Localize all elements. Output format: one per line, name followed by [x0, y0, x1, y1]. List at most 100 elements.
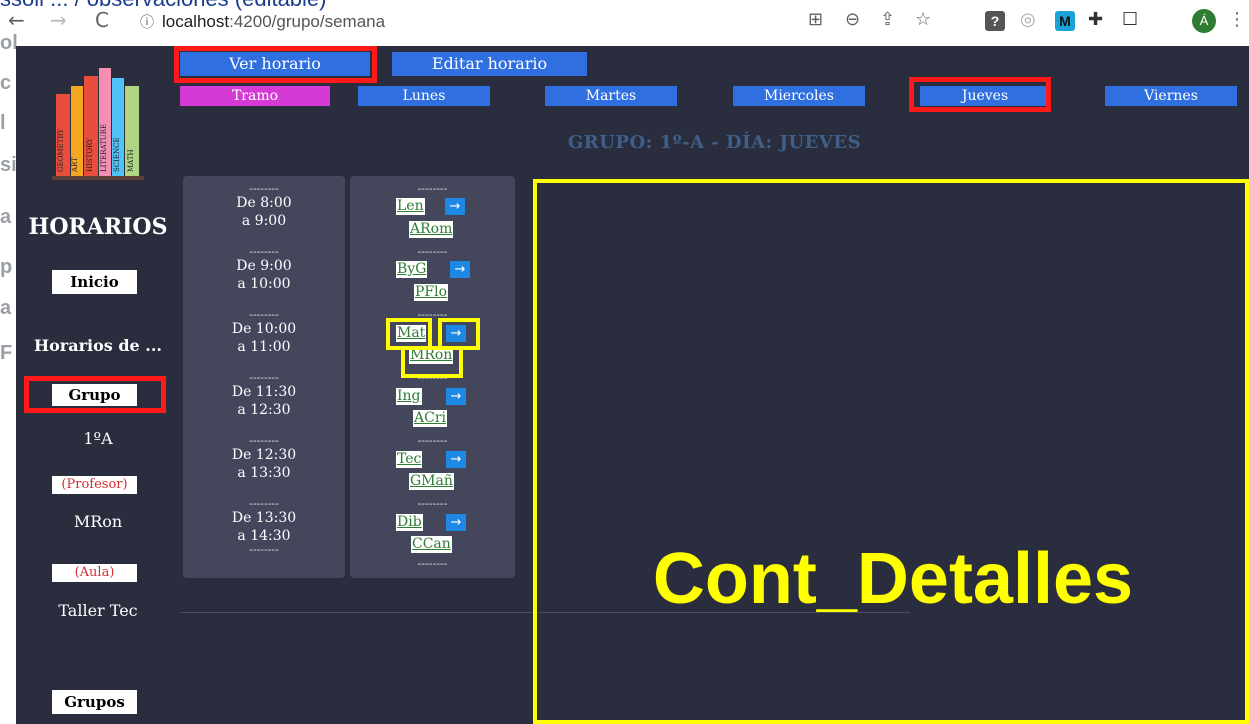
- separator-row: --------: [350, 434, 515, 447]
- inicio-button[interactable]: Inicio: [52, 270, 137, 294]
- separator: --------: [249, 245, 279, 258]
- logo-book-label: LITERATURE: [100, 124, 108, 172]
- slot-from: De 10:00: [231, 321, 297, 337]
- cut-letter: p: [0, 256, 13, 278]
- share-icon[interactable]: ⇪: [880, 9, 895, 30]
- arrow-right-icon[interactable]: →: [446, 514, 466, 531]
- separator: --------: [249, 434, 279, 447]
- subject-link[interactable]: Ing: [396, 388, 422, 405]
- slot-from: De 9:00: [236, 258, 292, 274]
- highlight-teacher: [401, 346, 463, 378]
- cut-letter: si: [0, 154, 17, 176]
- highlight-ver-horario: [174, 46, 377, 83]
- time-slot: -------- De 9:00 a 10:00: [183, 245, 345, 293]
- separator-row: --------: [350, 308, 515, 321]
- separator: --------: [417, 182, 448, 195]
- profile-avatar[interactable]: Á: [1192, 9, 1216, 33]
- slot-to: a 11:00: [237, 339, 291, 355]
- profesor-tag[interactable]: (Profesor): [52, 476, 137, 494]
- logo-book-label: GEOMETRY: [57, 129, 65, 172]
- tab-tramo[interactable]: Tramo: [180, 86, 330, 106]
- time-slot: -------- De 11:30 a 12:30: [183, 371, 345, 419]
- separator: --------: [249, 371, 279, 384]
- url-path: :4200/grupo/semana: [229, 12, 386, 31]
- url-host: localhost: [162, 12, 230, 31]
- github-extension-icon[interactable]: ◎: [1020, 9, 1036, 30]
- separator: --------: [417, 245, 448, 258]
- separator-row: --------: [350, 498, 515, 509]
- highlight-jueves: [909, 77, 1051, 112]
- aula-tag[interactable]: (Aula): [52, 564, 137, 582]
- tab-lunes[interactable]: Lunes: [358, 86, 490, 106]
- separator: --------: [417, 308, 448, 321]
- teacher-link[interactable]: ACri: [413, 410, 447, 427]
- horarios-de-label: Horarios de ...: [34, 336, 162, 355]
- details-container-label: Cont_Detalles: [652, 539, 1134, 619]
- separator-row: --------: [350, 245, 515, 258]
- menu-kebab-icon[interactable]: ⋮: [1228, 9, 1246, 30]
- slot-from: De 11:30: [231, 384, 297, 400]
- slot-from: De 13:30: [231, 510, 297, 526]
- grupos-button[interactable]: Grupos: [52, 690, 137, 714]
- separator: --------: [249, 308, 279, 321]
- tab-viernes[interactable]: Viernes: [1105, 86, 1237, 106]
- grupo-value: 1ºA: [83, 429, 113, 448]
- subject-link[interactable]: Tec: [396, 451, 423, 468]
- separator: --------: [249, 497, 279, 510]
- books-logo: GEOMETRY ART HISTORY LITERATURE SCIENCE …: [52, 68, 144, 180]
- sidepanel-icon[interactable]: ☐: [1122, 9, 1138, 30]
- background-doc-header: ssoli ... / observaciones (editable): [0, 0, 327, 12]
- logo-book-label: ART: [71, 157, 79, 173]
- editar-horario-button[interactable]: Editar horario: [392, 52, 587, 76]
- page-title: GRUPO: 1º-A - DÍA: JUEVES: [567, 132, 862, 153]
- separator: --------: [417, 434, 448, 447]
- cut-letter: l: [0, 112, 6, 134]
- aula-value: Taller Tec: [58, 601, 138, 620]
- help-extension-icon[interactable]: ?: [985, 11, 1005, 31]
- cut-letter: a: [0, 297, 12, 319]
- subject-link[interactable]: Dib: [396, 514, 423, 531]
- slot-to: a 13:30: [237, 465, 291, 481]
- arrow-right-icon[interactable]: →: [445, 198, 465, 215]
- arrow-right-icon[interactable]: →: [446, 388, 466, 405]
- site-info-icon[interactable]: ⓘ: [140, 12, 154, 32]
- separator: --------: [249, 182, 279, 195]
- time-slot: -------- De 8:00 a 9:00: [183, 182, 345, 230]
- zoom-icon[interactable]: ⊖: [845, 9, 860, 30]
- time-slot: -------- De 10:00 a 11:00: [183, 308, 345, 356]
- arrow-right-icon[interactable]: →: [446, 451, 466, 468]
- time-slot: -------- De 13:30 a 14:30 --------: [183, 497, 345, 556]
- logo-book-label: HISTORY: [86, 138, 94, 172]
- slot-from: De 12:30: [231, 447, 297, 463]
- logo-book-label: SCIENCE: [113, 137, 121, 172]
- profesor-value: MRon: [73, 512, 123, 531]
- m-extension-icon[interactable]: M: [1055, 11, 1075, 31]
- logo-book-label: MATH: [127, 149, 135, 172]
- slot-from: De 8:00: [236, 195, 292, 211]
- tramo-column: -------- De 8:00 a 9:00 -------- De 9:00…: [183, 176, 345, 578]
- arrow-right-icon[interactable]: →: [450, 261, 470, 278]
- subject-link[interactable]: Len: [396, 198, 425, 215]
- slot-to: a 9:00: [241, 213, 287, 229]
- cut-letter: a: [0, 206, 12, 228]
- teacher-link[interactable]: GMañ: [409, 473, 454, 490]
- puzzle-extensions-icon[interactable]: ✚: [1088, 9, 1103, 30]
- teacher-link[interactable]: CCan: [411, 536, 452, 553]
- slot-to: a 10:00: [237, 276, 291, 292]
- teacher-link[interactable]: ARom: [409, 221, 454, 238]
- teacher-link[interactable]: PFlo: [414, 284, 449, 301]
- app-title: HORARIOS: [28, 214, 168, 240]
- tab-martes[interactable]: Martes: [545, 86, 677, 106]
- cut-letter: c: [0, 72, 12, 94]
- separator-row: --------: [350, 557, 515, 570]
- slot-to: a 12:30: [237, 402, 291, 418]
- highlight-grupo: [24, 376, 166, 413]
- tab-miercoles[interactable]: Miercoles: [733, 86, 865, 106]
- subject-link[interactable]: ByG: [396, 261, 428, 278]
- details-container-outline: [533, 179, 1249, 724]
- cut-letter: F: [0, 342, 13, 364]
- translate-icon[interactable]: ⊞: [808, 9, 823, 30]
- separator: --------: [249, 543, 279, 556]
- bookmark-star-icon[interactable]: ☆: [915, 9, 931, 30]
- separator: --------: [417, 557, 448, 570]
